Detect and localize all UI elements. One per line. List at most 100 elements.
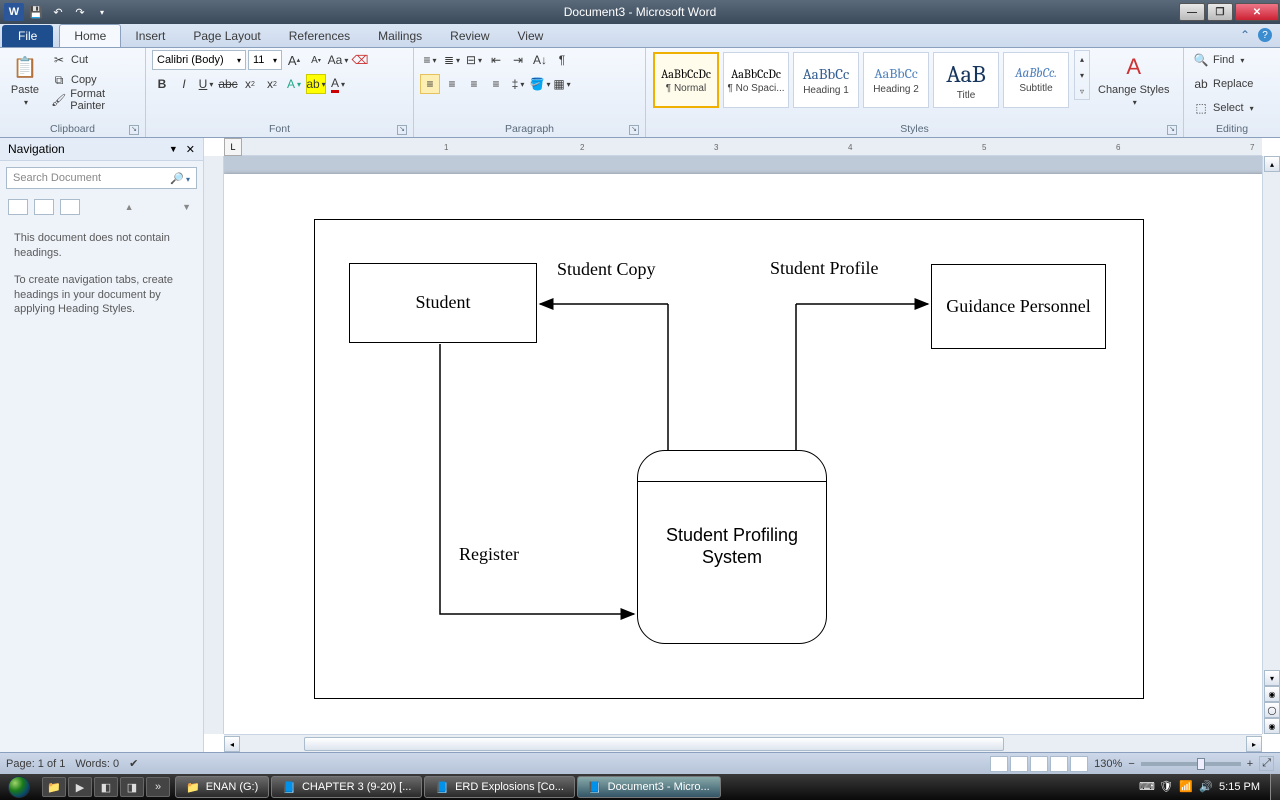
clipboard-launcher[interactable]: ↘ xyxy=(129,125,139,135)
ql-more-icon[interactable]: » xyxy=(146,777,170,797)
style-item[interactable]: AaBbCc.Subtitle xyxy=(1003,52,1069,108)
outline-view-button[interactable] xyxy=(1050,756,1068,772)
prev-page-button[interactable]: ◉ xyxy=(1264,686,1280,702)
clear-formatting-button[interactable]: ⌫ xyxy=(350,50,370,70)
justify-button[interactable]: ≡ xyxy=(486,74,506,94)
style-item[interactable]: AaBbCcHeading 1 xyxy=(793,52,859,108)
styles-launcher[interactable]: ↘ xyxy=(1167,125,1177,135)
font-color-button[interactable]: A▾ xyxy=(328,74,348,94)
nav-collapse-icon[interactable]: ▼ xyxy=(169,144,178,154)
font-launcher[interactable]: ↘ xyxy=(397,125,407,135)
document-canvas[interactable]: Student Student Copy Student Profile Gui… xyxy=(224,156,1262,734)
nav-headings-view-button[interactable] xyxy=(8,199,28,215)
styles-scroll-down-button[interactable]: ▾ xyxy=(1075,67,1089,83)
tab-file[interactable]: File xyxy=(2,25,53,47)
tab-page-layout[interactable]: Page Layout xyxy=(179,25,274,47)
scroll-down-button[interactable]: ▾ xyxy=(1264,670,1280,686)
superscript-button[interactable]: x2 xyxy=(262,74,282,94)
shading-button[interactable]: 🪣▾ xyxy=(530,74,550,94)
status-proofing-icon[interactable]: ✔ xyxy=(129,757,138,770)
full-screen-view-button[interactable] xyxy=(1010,756,1028,772)
multilevel-button[interactable]: ⊟▾ xyxy=(464,50,484,70)
scroll-left-button[interactable]: ◂ xyxy=(224,736,240,752)
vertical-scrollbar[interactable]: ▴ ▾ ◉ ◯ ◉ xyxy=(1262,156,1280,734)
styles-gallery[interactable]: AaBbCcDc¶ NormalAaBbCcDc¶ No Spaci...AaB… xyxy=(652,50,1070,110)
show-desktop-button[interactable] xyxy=(1270,774,1280,800)
bold-button[interactable]: B xyxy=(152,74,172,94)
style-item[interactable]: AaBbCcDc¶ Normal xyxy=(653,52,719,108)
highlight-button[interactable]: ab▾ xyxy=(306,74,326,94)
print-layout-view-button[interactable] xyxy=(990,756,1008,772)
cut-button[interactable]: ✂Cut xyxy=(48,50,139,70)
copy-button[interactable]: ⧉Copy xyxy=(48,70,139,90)
tray-volume-icon[interactable]: 🔊 xyxy=(1199,780,1213,794)
browse-object-button[interactable]: ◯ xyxy=(1264,702,1280,718)
change-case-button[interactable]: Aa▾ xyxy=(328,50,348,70)
shrink-font-button[interactable]: A▾ xyxy=(306,50,326,70)
format-painter-button[interactable]: 🖌Format Painter xyxy=(48,90,139,110)
next-page-button[interactable]: ◉ xyxy=(1264,718,1280,734)
paragraph-launcher[interactable]: ↘ xyxy=(629,125,639,135)
style-item[interactable]: AaBTitle xyxy=(933,52,999,108)
draft-view-button[interactable] xyxy=(1070,756,1088,772)
style-item[interactable]: AaBbCcDc¶ No Spaci... xyxy=(723,52,789,108)
undo-icon[interactable]: ↶ xyxy=(48,3,68,21)
select-button[interactable]: ⬚Select▾ xyxy=(1190,98,1257,118)
zoom-level[interactable]: 130% xyxy=(1094,758,1122,770)
styles-scroll-up-button[interactable]: ▴ xyxy=(1075,51,1089,67)
status-words[interactable]: Words: 0 xyxy=(75,758,119,770)
replace-button[interactable]: abReplace xyxy=(1190,74,1256,94)
font-size-select[interactable]: 11▾ xyxy=(248,50,282,70)
horizontal-scrollbar[interactable]: ◂ ▸ xyxy=(224,734,1262,752)
ql-app-icon[interactable]: ◧ xyxy=(94,777,118,797)
tab-insert[interactable]: Insert xyxy=(121,25,179,47)
align-center-button[interactable]: ≡ xyxy=(442,74,462,94)
save-icon[interactable]: 💾 xyxy=(26,3,46,21)
taskbar-item[interactable]: 📁ENAN (G:) xyxy=(175,776,269,798)
italic-button[interactable]: I xyxy=(174,74,194,94)
underline-button[interactable]: U▾ xyxy=(196,74,216,94)
subscript-button[interactable]: x2 xyxy=(240,74,260,94)
ql-media-icon[interactable]: ▶ xyxy=(68,777,92,797)
styles-more-button[interactable]: ▿ xyxy=(1075,83,1089,99)
tray-network-icon[interactable]: 📶 xyxy=(1179,780,1193,794)
tab-selector[interactable]: L xyxy=(224,138,242,156)
taskbar-item[interactable]: 📘ERD Explosions [Co... xyxy=(424,776,575,798)
strikethrough-button[interactable]: abc xyxy=(218,74,238,94)
decrease-indent-button[interactable]: ⇤ xyxy=(486,50,506,70)
close-button[interactable]: ✕ xyxy=(1235,3,1279,21)
tab-home[interactable]: Home xyxy=(59,24,121,47)
text-effects-button[interactable]: A▾ xyxy=(284,74,304,94)
vertical-ruler[interactable] xyxy=(204,156,224,734)
line-spacing-button[interactable]: ‡▾ xyxy=(508,74,528,94)
scroll-up-button[interactable]: ▴ xyxy=(1264,156,1280,172)
tray-lang-icon[interactable]: ⌨ xyxy=(1139,780,1153,794)
find-button[interactable]: 🔍Find▾ xyxy=(1190,50,1247,70)
maximize-button[interactable]: ❐ xyxy=(1207,3,1233,21)
ql-app2-icon[interactable]: ◨ xyxy=(120,777,144,797)
web-layout-view-button[interactable] xyxy=(1030,756,1048,772)
status-page[interactable]: Page: 1 of 1 xyxy=(6,758,65,770)
search-icon[interactable]: 🔎▾ xyxy=(170,172,190,185)
tray-clock[interactable]: 5:15 PM xyxy=(1219,781,1260,793)
minimize-ribbon-icon[interactable]: ⌃ xyxy=(1240,28,1250,42)
minimize-button[interactable]: — xyxy=(1179,3,1205,21)
zoom-fit-button[interactable]: ⤢ xyxy=(1259,756,1274,771)
sort-button[interactable]: A↓ xyxy=(530,50,550,70)
grow-font-button[interactable]: A▴ xyxy=(284,50,304,70)
taskbar-item[interactable]: 📘CHAPTER 3 (9-20) [... xyxy=(271,776,422,798)
change-styles-button[interactable]: A Change Styles▾ xyxy=(1094,50,1174,109)
nav-results-view-button[interactable] xyxy=(60,199,80,215)
nav-prev-icon[interactable]: ▲ xyxy=(121,202,138,212)
horizontal-ruler[interactable]: L 1234567 xyxy=(224,138,1262,156)
tab-references[interactable]: References xyxy=(275,25,364,47)
increase-indent-button[interactable]: ⇥ xyxy=(508,50,528,70)
paste-button[interactable]: 📋 Paste▾ xyxy=(6,50,44,109)
tab-mailings[interactable]: Mailings xyxy=(364,25,436,47)
tab-review[interactable]: Review xyxy=(436,25,503,47)
nav-pages-view-button[interactable] xyxy=(34,199,54,215)
redo-icon[interactable]: ↷ xyxy=(70,3,90,21)
hscroll-thumb[interactable] xyxy=(304,737,1004,751)
bullets-button[interactable]: ≡▾ xyxy=(420,50,440,70)
zoom-slider[interactable] xyxy=(1141,762,1241,766)
